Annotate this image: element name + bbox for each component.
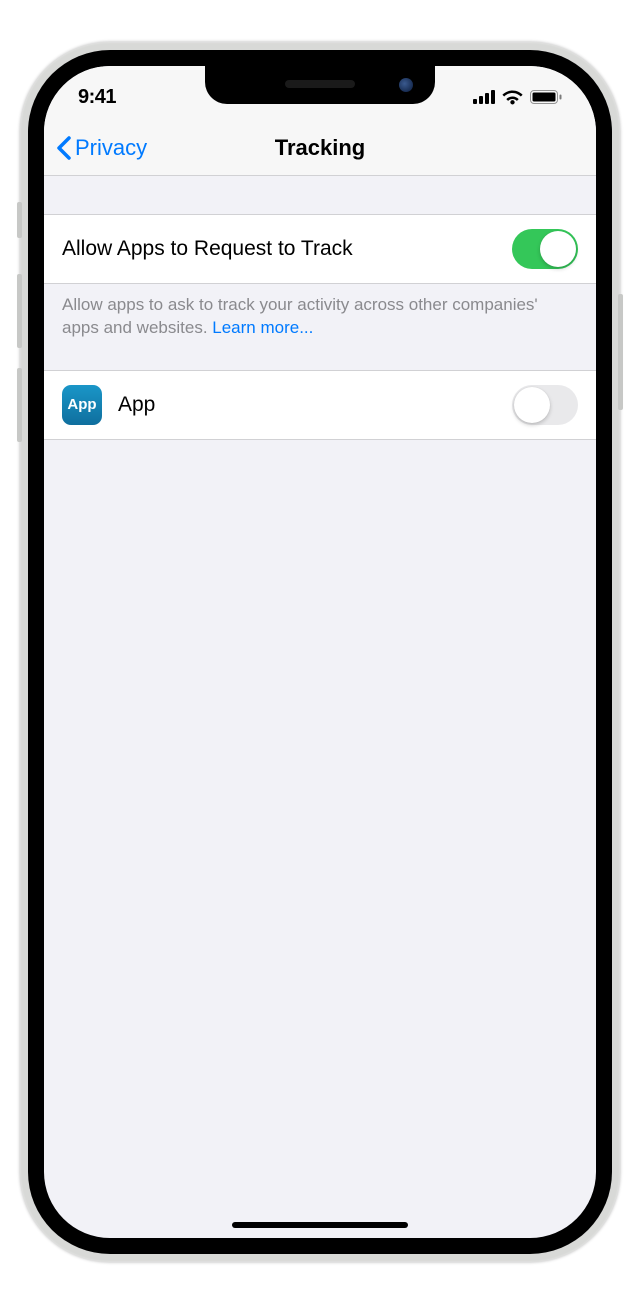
home-indicator[interactable] [232, 1222, 408, 1228]
toggle-knob [514, 387, 550, 423]
allow-tracking-toggle[interactable] [512, 229, 578, 269]
page-title: Tracking [275, 135, 365, 161]
cellular-icon [473, 90, 495, 104]
notch [205, 66, 435, 104]
status-icons [473, 90, 562, 105]
app-tracking-toggle[interactable] [512, 385, 578, 425]
app-row-left: App App [62, 385, 155, 425]
front-camera [399, 78, 413, 92]
toggle-knob [540, 231, 576, 267]
phone-frame: 9:41 [20, 42, 620, 1262]
speaker [285, 80, 355, 88]
volume-down-button[interactable] [17, 368, 22, 442]
content: Allow Apps to Request to Track Allow app… [44, 176, 596, 440]
chevron-left-icon [56, 136, 71, 160]
power-button[interactable] [618, 294, 623, 410]
app-name-label: App [118, 393, 155, 417]
learn-more-link[interactable]: Learn more... [212, 318, 313, 337]
screen: 9:41 [44, 66, 596, 1238]
section-footer: Allow apps to ask to track your activity… [44, 284, 596, 370]
silence-switch[interactable] [17, 202, 22, 238]
app-icon: App [62, 385, 102, 425]
wifi-icon [502, 90, 523, 105]
back-label: Privacy [75, 135, 147, 161]
allow-tracking-label: Allow Apps to Request to Track [62, 237, 353, 261]
back-button[interactable]: Privacy [56, 135, 147, 161]
volume-up-button[interactable] [17, 274, 22, 348]
app-tracking-row: App App [44, 370, 596, 440]
nav-bar: Privacy Tracking [44, 120, 596, 176]
status-time: 9:41 [78, 86, 116, 109]
battery-icon [530, 90, 562, 104]
allow-tracking-row: Allow Apps to Request to Track [44, 214, 596, 284]
